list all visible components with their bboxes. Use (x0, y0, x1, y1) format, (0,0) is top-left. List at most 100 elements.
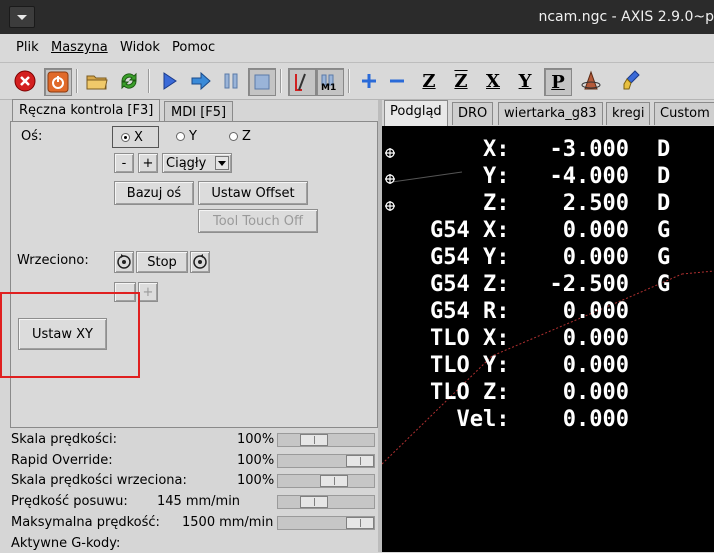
axis-radio-y[interactable]: Y (176, 129, 197, 144)
view-z2-icon[interactable]: Z (448, 68, 474, 94)
slider-label: Skala prędkości wrzeciona: (11, 473, 187, 488)
slider-number: 145 (157, 494, 182, 509)
slider-handle[interactable] (346, 455, 374, 467)
dro-suffix: D (656, 137, 671, 162)
dro-line: Vel: 0.000 (430, 406, 657, 433)
override-slider[interactable] (277, 495, 375, 509)
estop-icon[interactable] (12, 68, 38, 94)
toolbar: M1 Z Z X Y P (0, 63, 714, 100)
override-slider[interactable] (277, 433, 375, 447)
jog-mode-select[interactable]: Ciągły (162, 153, 232, 173)
open-file-icon[interactable] (84, 68, 110, 94)
jog-minus-button[interactable]: - (114, 153, 134, 173)
block-delete-icon[interactable] (288, 68, 316, 96)
slider-row: Maksymalna prędkość: (11, 514, 160, 532)
view-y-icon[interactable]: Y (512, 68, 538, 94)
power-icon[interactable] (44, 68, 72, 96)
home-axis-button[interactable]: Bazuj oś (114, 181, 194, 205)
dro-line: X: -3.000 D (430, 136, 670, 163)
tab-preview[interactable]: Podgląd (384, 100, 448, 126)
menu-file[interactable]: Plik (16, 40, 39, 55)
slider-number: 1500 (182, 515, 216, 530)
tab-dro[interactable]: DRO (452, 102, 494, 125)
set-offset-button[interactable]: Ustaw Offset (198, 181, 308, 205)
radio-unselected-icon (176, 132, 185, 141)
pause-icon[interactable] (218, 68, 244, 94)
slider-handle[interactable] (346, 517, 374, 529)
view-p-icon[interactable]: P (544, 68, 572, 96)
dro-value: -2.500 (549, 272, 629, 297)
dro-axis-label: TLO X: (430, 326, 510, 351)
view-z-icon[interactable]: Z (416, 68, 442, 94)
tab-mdi[interactable]: MDI [F5] (164, 101, 234, 123)
slider-value: 100% (237, 472, 274, 490)
slider-unit: % (261, 473, 275, 488)
spindle-faster-button[interactable]: + (138, 282, 158, 302)
tab-wiertarka-g83[interactable]: wiertarka_g83 (498, 102, 603, 125)
slider-handle[interactable] (300, 496, 328, 508)
zoom-in-icon[interactable] (356, 68, 382, 94)
dro-line: G54 R: 0.000 (430, 298, 657, 325)
optional-stop-icon[interactable]: M1 (316, 68, 344, 96)
override-slider[interactable] (277, 454, 375, 468)
axis-x-label: X (134, 129, 143, 145)
axis-radio-x[interactable]: X (112, 126, 159, 148)
tab-kregi[interactable]: kregi (606, 102, 651, 125)
dro-axis-label: G54 R: (430, 299, 510, 324)
dro-line: G54 X: 0.000 G (430, 217, 670, 244)
toolbar-separator (76, 69, 78, 93)
view-x-icon[interactable]: X (480, 68, 506, 94)
step-icon[interactable] (188, 68, 214, 94)
slider-handle[interactable] (320, 475, 348, 487)
clear-backplot-icon[interactable] (620, 68, 646, 94)
origin-marker-icon (385, 148, 395, 211)
dro-suffix: G (656, 272, 671, 297)
override-slider[interactable] (277, 474, 375, 488)
optional-stop-label: M1 (321, 83, 337, 93)
radio-unselected-icon (229, 132, 238, 141)
run-icon[interactable] (156, 68, 182, 94)
dro-axis-label: Vel: (430, 407, 510, 432)
spindle-stop-button[interactable]: Stop (136, 251, 188, 273)
dro-value: 0.000 (549, 326, 629, 351)
slider-row: Prędkość posuwu: (11, 493, 128, 511)
spindle-forward-icon[interactable] (190, 251, 210, 273)
axis-radio-z[interactable]: Z (229, 129, 251, 144)
slider-value: 100% (237, 431, 274, 449)
tab-custom[interactable]: Custom (654, 102, 714, 125)
reload-icon[interactable] (116, 68, 142, 94)
rotate-view-icon[interactable] (578, 68, 604, 94)
dro-value: 0.000 (549, 407, 629, 432)
preview-canvas[interactable]: X: -3.000 D Y: -4.000 D Z: 2.500 D G54 X: 0.00… (382, 126, 714, 552)
stop-icon[interactable] (248, 68, 276, 96)
tool-touch-off-button[interactable]: Tool Touch Off (198, 209, 318, 233)
slider-number: 100 (237, 453, 262, 468)
slider-row: Rapid Override: (11, 452, 113, 470)
menu-machine[interactable]: Maszyna (51, 40, 108, 55)
dro-line: TLO X: 0.000 (430, 325, 657, 352)
dro-axis-label: X: (430, 137, 510, 162)
slider-unit: mm/min (185, 494, 241, 509)
slider-label: Skala prędkości: (11, 432, 118, 447)
jog-plus-button[interactable]: + (138, 153, 158, 173)
slider-row: Skala prędkości wrzeciona: (11, 472, 187, 490)
dro-suffix: D (656, 164, 671, 189)
highlight-box (0, 292, 140, 378)
override-slider[interactable] (277, 516, 375, 530)
title-bar: ncam.ngc - AXIS 2.9.0~p (0, 0, 714, 34)
dro-suffix: G (656, 245, 671, 270)
tab-manual-control[interactable]: Ręczna kontrola [F3] (12, 99, 161, 123)
dro-axis-label: G54 Z: (430, 272, 510, 297)
spindle-reverse-icon[interactable] (114, 251, 134, 273)
window-menu-button[interactable] (9, 6, 35, 28)
zoom-out-icon[interactable] (384, 68, 410, 94)
dro-suffix: G (656, 218, 671, 243)
dro-axis-label: G54 Y: (430, 245, 510, 270)
dro-line: Z: 2.500 D (430, 190, 670, 217)
slider-handle[interactable] (300, 434, 328, 446)
menu-view[interactable]: Widok (120, 40, 160, 55)
menu-help[interactable]: Pomoc (172, 40, 215, 55)
slider-value: 1500 mm/min (182, 514, 273, 532)
dro-value: 0.000 (549, 353, 629, 378)
dro-value: 0.000 (549, 245, 629, 270)
